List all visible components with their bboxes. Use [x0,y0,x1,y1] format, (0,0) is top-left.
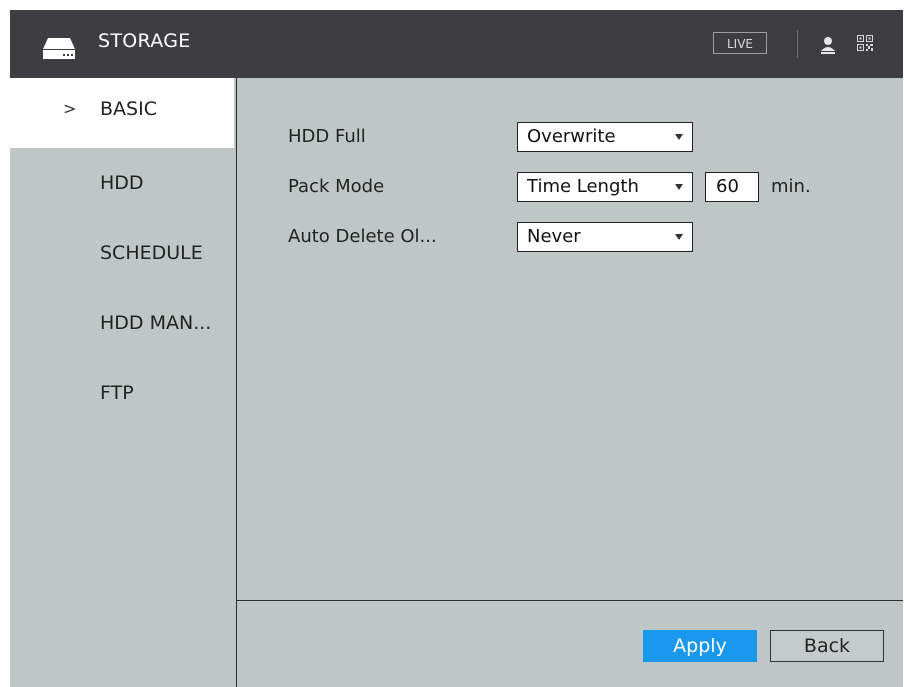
apply-button[interactable]: Apply [643,630,757,662]
sidebar: > BASIC HDD SCHEDULE HDD MAN... FTP [10,78,236,687]
pack-mode-select[interactable]: Time Length [517,172,693,202]
auto-delete-value: Never [527,226,581,247]
footer-divider [236,600,903,601]
live-button[interactable]: LIVE [713,32,767,54]
title-bar: STORAGE LIVE [10,10,903,78]
auto-delete-row: Auto Delete Ol... Never [288,220,708,254]
sidebar-item-ftp[interactable]: FTP [10,358,236,428]
dropdown-arrow-icon [675,134,683,140]
hdd-full-label: HDD Full [288,126,366,147]
pack-mode-value: Time Length [527,176,639,197]
sidebar-item-schedule[interactable]: SCHEDULE [10,218,236,288]
sidebar-item-basic[interactable]: > BASIC [10,78,234,148]
user-icon[interactable] [820,34,836,54]
sidebar-item-label: HDD [100,172,144,194]
storage-window: STORAGE LIVE > BASIC HDD SCHEDULE HDD MA… [10,10,903,687]
sidebar-item-hdd-manager[interactable]: HDD MAN... [10,288,236,358]
pack-mode-label: Pack Mode [288,176,385,197]
auto-delete-select[interactable]: Never [517,222,693,252]
pack-mode-row: Pack Mode Time Length 60 min. [288,170,848,204]
sidebar-item-label: BASIC [100,98,157,120]
sidebar-item-label: FTP [100,382,134,404]
page-title: STORAGE [98,30,191,52]
auto-delete-label: Auto Delete Ol... [288,226,437,247]
pack-duration-input[interactable]: 60 [705,172,759,202]
chevron-right-icon: > [63,99,77,118]
back-button[interactable]: Back [770,630,884,662]
sidebar-item-hdd[interactable]: HDD [10,148,236,218]
sidebar-divider [236,78,237,687]
sidebar-item-label: HDD MAN... [100,312,212,334]
header-divider [797,30,798,58]
duration-unit-label: min. [771,176,811,197]
hdd-full-select[interactable]: Overwrite [517,122,693,152]
sidebar-item-label: SCHEDULE [100,242,203,264]
qr-code-icon[interactable] [857,35,873,51]
hdd-full-row: HDD Full Overwrite [288,120,708,154]
dropdown-arrow-icon [675,184,683,190]
dropdown-arrow-icon [675,234,683,240]
storage-icon [43,38,75,59]
hdd-full-value: Overwrite [527,126,616,147]
